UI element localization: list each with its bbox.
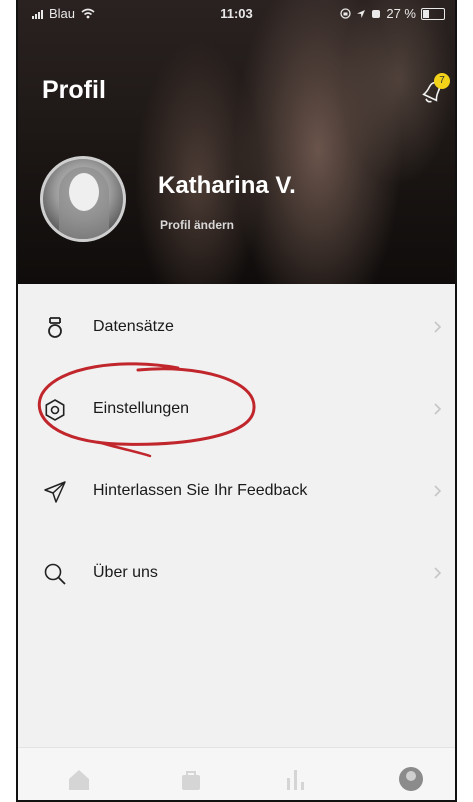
chevron-right-icon — [434, 321, 442, 333]
profile-name: Katharina V. — [158, 172, 296, 199]
chevron-right-icon — [434, 567, 442, 579]
battery-icon — [421, 7, 445, 20]
edit-profile-link[interactable]: Profil ändern — [160, 218, 234, 232]
stats-icon[interactable] — [280, 764, 310, 794]
battery-percent: 27 % — [386, 6, 416, 21]
menu-item-label: Hinterlassen Sie Ihr Feedback — [93, 482, 308, 499]
status-right: 27 % — [340, 6, 445, 21]
chevron-right-icon — [434, 485, 442, 497]
page-title: Profil — [42, 76, 106, 104]
notification-badge: 7 — [434, 73, 450, 89]
profile-header: Blau 11:03 27 % Profil 7 Katharina V. Pr… — [18, 0, 455, 284]
menu-item-feedback[interactable]: Hinterlassen Sie Ihr Feedback — [18, 467, 455, 517]
menu-item-label: Datensätze — [93, 318, 174, 335]
chevron-right-icon — [434, 403, 442, 415]
menu-item-label: Über uns — [93, 564, 158, 581]
search-icon — [44, 563, 66, 585]
avatar-tab-icon[interactable] — [396, 764, 426, 794]
avatar[interactable] — [40, 156, 126, 242]
status-bar: Blau 11:03 27 % — [18, 0, 455, 30]
home-icon[interactable] — [64, 764, 94, 794]
bag-icon[interactable] — [176, 764, 206, 794]
medal-icon — [48, 317, 62, 338]
tab-bar — [18, 747, 455, 800]
alarm-icon — [372, 9, 381, 18]
lock-rotation-icon — [340, 8, 352, 19]
location-icon — [357, 9, 366, 18]
phone-frame: Blau 11:03 27 % Profil 7 Katharina V. Pr… — [16, 0, 457, 802]
red-circle-annotation — [37, 362, 256, 458]
menu-item-about[interactable]: Über uns — [18, 549, 455, 599]
menu-item-records[interactable]: Datensätze — [18, 303, 455, 353]
send-icon — [44, 481, 66, 503]
